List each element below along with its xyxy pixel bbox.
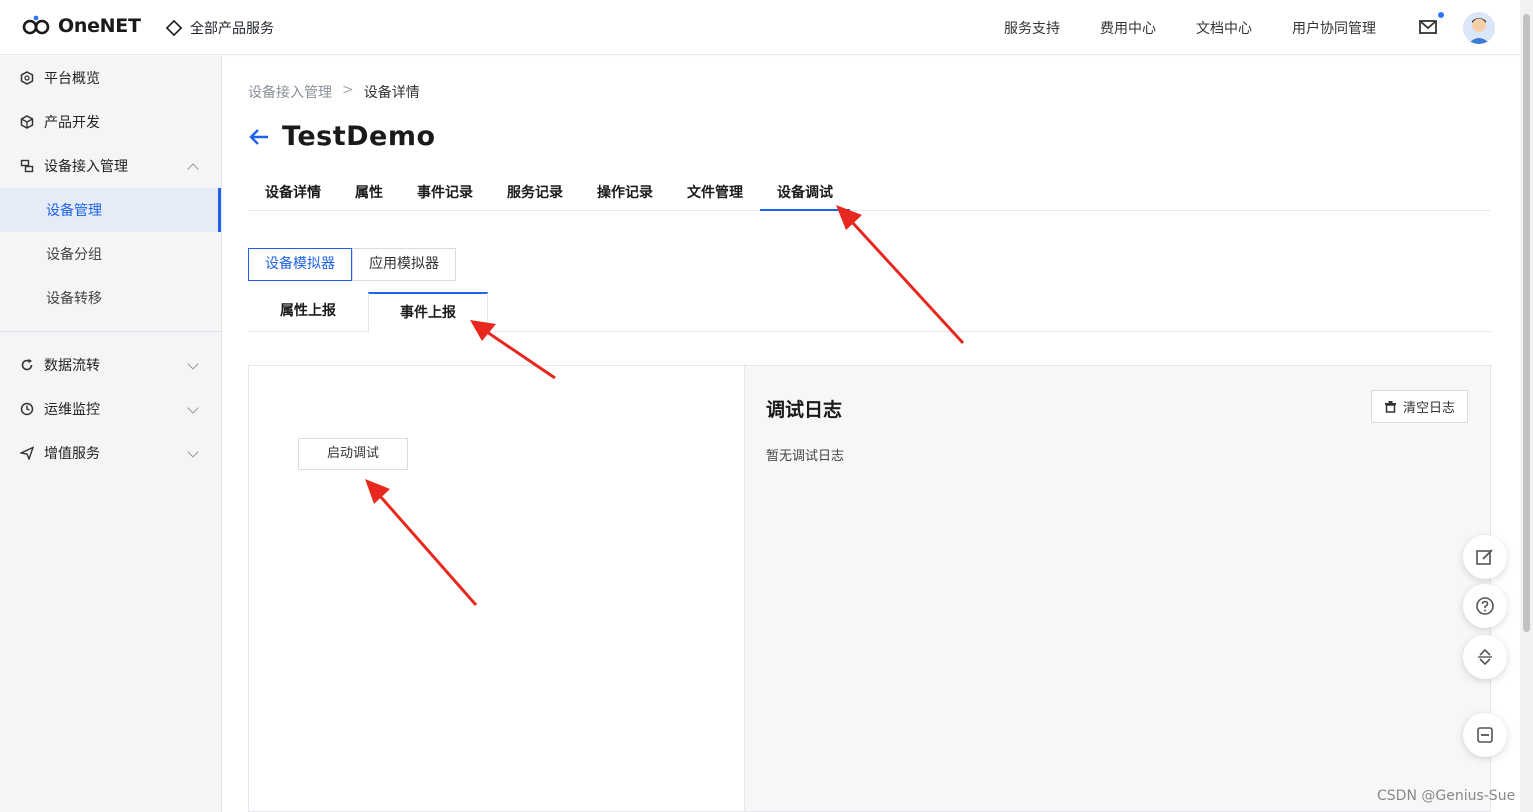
sidebar-item-ops-monitor[interactable]: 运维监控	[0, 387, 221, 431]
clock-icon	[20, 402, 34, 416]
sidebar-item-label: 数据流转	[44, 358, 100, 374]
top-nav: 服务支持 费用中心 文档中心 用户协同管理	[1004, 18, 1376, 38]
help-icon	[1476, 597, 1494, 615]
clear-log-label: 清空日志	[1402, 401, 1455, 416]
hexagon-icon	[20, 71, 34, 85]
collapse-button[interactable]	[1463, 713, 1507, 757]
notification-dot	[1438, 12, 1444, 18]
sidebar-item-value-added[interactable]: 增值服务	[0, 431, 221, 475]
avatar[interactable]	[1463, 12, 1495, 44]
back-to-top-button[interactable]	[1463, 635, 1507, 679]
chevron-up-icon	[187, 163, 199, 175]
sidebar-item-device-group[interactable]: 设备分组	[0, 232, 221, 276]
send-icon	[20, 446, 34, 460]
sidebar-item-product-dev[interactable]: 产品开发	[0, 100, 221, 144]
sidebar-item-overview[interactable]: 平台概览	[0, 56, 221, 100]
logo-text: OneNET	[58, 15, 141, 37]
top-bar: OneNET 全部产品服务 服务支持 费用中心 文档中心 用户协同管理	[0, 0, 1520, 55]
onenet-logo[interactable]: OneNET	[22, 15, 141, 37]
refresh-icon	[21, 358, 33, 371]
debug-panel: 启动调试	[248, 365, 745, 812]
nav-docs-center[interactable]: 文档中心	[1196, 18, 1252, 38]
tab-service-records[interactable]: 服务记录	[490, 176, 580, 211]
sidebar-item-data-flow[interactable]: 数据流转	[0, 343, 221, 387]
mail-icon[interactable]	[1418, 17, 1440, 37]
cube-icon	[20, 115, 34, 129]
sidebar-item-label: 运维监控	[44, 402, 100, 418]
clear-log-button[interactable]: 清空日志	[1370, 390, 1468, 423]
breadcrumb-current: 设备详情	[363, 85, 420, 101]
device-icon	[20, 159, 34, 173]
page-scrollbar[interactable]	[1520, 0, 1533, 812]
back-arrow-icon[interactable]	[248, 128, 270, 146]
app-simulator-button[interactable]: 应用模拟器	[352, 248, 456, 281]
debug-log-empty: 暂无调试日志	[766, 449, 845, 464]
tab-device-debug[interactable]: 设备调试	[760, 176, 850, 211]
tab-device-detail[interactable]: 设备详情	[248, 176, 338, 211]
page-title: TestDemo	[282, 121, 436, 152]
sidebar-item-device-mgmt[interactable]: 设备管理	[0, 188, 221, 232]
diamond-icon	[166, 20, 182, 36]
all-products-menu[interactable]: 全部产品服务	[166, 18, 274, 38]
help-button[interactable]	[1463, 584, 1507, 628]
chevron-down-icon	[187, 358, 199, 370]
sidebar-divider	[0, 331, 221, 332]
report-subtabs: 属性上报 事件上报	[248, 292, 1491, 333]
tab-properties[interactable]: 属性	[338, 176, 400, 211]
breadcrumb-separator: >	[342, 82, 354, 98]
nav-billing-center[interactable]: 费用中心	[1100, 18, 1156, 38]
user-avatar-icon	[1468, 18, 1490, 44]
trash-icon	[1384, 401, 1396, 413]
tab-operation-records[interactable]: 操作记录	[580, 176, 670, 211]
detail-tabs: 设备详情 属性 事件记录 服务记录 操作记录 文件管理 设备调试	[248, 176, 1490, 211]
tab-file-management[interactable]: 文件管理	[670, 176, 760, 211]
start-debug-button[interactable]: 启动调试	[298, 438, 408, 470]
title-row: TestDemo	[248, 121, 436, 152]
breadcrumb-parent[interactable]: 设备接入管理	[248, 82, 332, 102]
minimize-icon	[1477, 727, 1493, 743]
sidebar-item-label: 增值服务	[44, 446, 100, 462]
chevron-down-icon	[187, 402, 199, 414]
debug-log-panel: 调试日志 清空日志 暂无调试日志	[744, 365, 1491, 812]
sidebar-item-device-transfer[interactable]: 设备转移	[0, 276, 221, 320]
feedback-button[interactable]	[1463, 535, 1507, 579]
simulator-switch: 设备模拟器 应用模拟器	[248, 248, 456, 281]
device-simulator-button[interactable]: 设备模拟器	[248, 248, 352, 281]
chevron-down-icon	[187, 446, 199, 458]
nav-user-collab[interactable]: 用户协同管理	[1292, 18, 1376, 38]
breadcrumb: 设备接入管理 > 设备详情	[248, 82, 420, 102]
tab-event-records[interactable]: 事件记录	[400, 176, 490, 211]
logo-mark-icon	[22, 15, 50, 35]
sidebar-item-device-access[interactable]: 设备接入管理	[0, 144, 221, 188]
subtab-event-report[interactable]: 事件上报	[368, 292, 488, 333]
all-products-label: 全部产品服务	[190, 21, 274, 37]
subtab-property-report[interactable]: 属性上报	[248, 292, 368, 332]
scroll-top-icon	[1478, 648, 1492, 666]
edit-icon	[1476, 549, 1493, 565]
sidebar: 平台概览 产品开发 设备接入管理 设备管理 设备分组 设备转移 数据流转 运维监…	[0, 56, 222, 812]
sidebar-item-label: 平台概览	[44, 71, 100, 87]
scroll-thumb[interactable]	[1523, 14, 1530, 632]
sidebar-item-label: 设备接入管理	[44, 159, 128, 175]
sidebar-item-label: 产品开发	[44, 115, 100, 131]
watermark: CSDN @Genius-Sue	[1377, 788, 1516, 804]
nav-service-support[interactable]: 服务支持	[1004, 18, 1060, 38]
debug-log-title: 调试日志	[766, 399, 843, 421]
